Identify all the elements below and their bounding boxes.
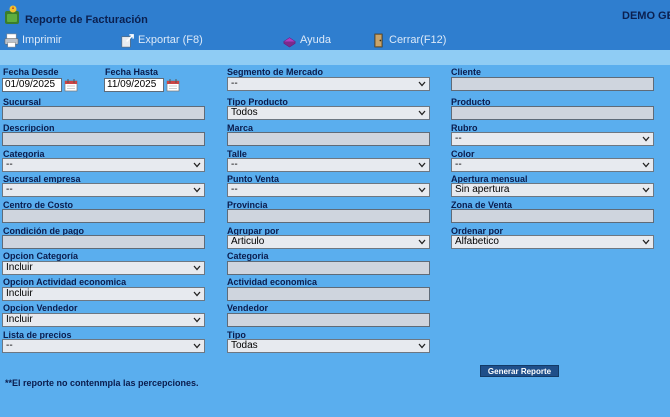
segmento-label: Segmento de Mercado — [227, 67, 324, 77]
categoria-value: -- — [6, 159, 13, 170]
chevron-down-icon — [193, 162, 201, 168]
vendedor-label: Vendedor — [227, 303, 269, 313]
categoria-select[interactable]: -- — [2, 158, 205, 172]
tipo-select[interactable]: Todas — [227, 339, 430, 353]
opcion-vendedor-value: Incluir — [6, 314, 33, 325]
agrupar-por-value: Articulo — [231, 236, 265, 247]
chevron-down-icon — [418, 110, 426, 116]
printer-icon — [4, 33, 19, 47]
segmento-select[interactable]: -- — [227, 77, 430, 91]
descripcion-input[interactable] — [2, 132, 205, 146]
lista-precios-select[interactable]: -- — [2, 339, 205, 353]
provincia-input[interactable] — [227, 209, 430, 223]
export-label: Exportar (F8) — [138, 34, 203, 46]
fecha-desde-label: Fecha Desde — [3, 67, 59, 77]
cliente-input[interactable] — [451, 77, 654, 91]
tipo-producto-value: Todos — [231, 107, 258, 118]
sucursal-empresa-value: -- — [6, 184, 13, 195]
chevron-down-icon — [193, 187, 201, 193]
punto-venta-value: -- — [231, 184, 238, 195]
apertura-mensual-value: Sin apertura — [455, 184, 510, 195]
opcion-actividad-value: Incluir — [6, 288, 33, 299]
talle-value: -- — [231, 159, 238, 170]
report-note: **El reporte no contenmpla las percepcio… — [5, 378, 199, 388]
print-button[interactable]: Imprimir — [4, 32, 62, 48]
calendar-icon[interactable] — [166, 78, 181, 92]
actividad-economica-label: Actividad economica — [227, 277, 318, 287]
opcion-actividad-select[interactable]: Incluir — [2, 287, 205, 301]
opcion-categoria-value: Incluir — [6, 262, 33, 273]
segmento-value: -- — [231, 78, 238, 89]
opcion-categoria-select[interactable]: Incluir — [2, 261, 205, 275]
company-name: DEMO GE — [622, 10, 670, 22]
chevron-down-icon — [418, 187, 426, 193]
actividad-economica-input[interactable] — [227, 287, 430, 301]
condicion-pago-input[interactable] — [2, 235, 205, 249]
opcion-vendedor-label: Opcion Vendedor — [3, 303, 78, 313]
categoria-texto-label: Categoria — [227, 251, 269, 261]
zona-venta-input[interactable] — [451, 209, 654, 223]
chevron-down-icon — [642, 239, 650, 245]
agrupar-por-select[interactable]: Articulo — [227, 235, 430, 249]
close-label: Cerrar(F12) — [389, 34, 447, 46]
fecha-desde-input[interactable]: 01/09/2025 — [2, 78, 62, 92]
chevron-down-icon — [418, 343, 426, 349]
color-select[interactable]: -- — [451, 158, 654, 172]
chevron-down-icon — [418, 239, 426, 245]
toolbar: Imprimir Exportar (F8) Ayuda Cerrar(F12) — [0, 30, 670, 50]
chevron-down-icon — [642, 187, 650, 193]
apertura-mensual-select[interactable]: Sin apertura — [451, 183, 654, 197]
opcion-actividad-label: Opcion Actividad economica — [3, 277, 127, 287]
producto-input[interactable] — [451, 106, 654, 120]
cliente-label: Cliente — [451, 67, 482, 77]
title-bar: Reporte de Facturación DEMO GE — [0, 0, 670, 30]
color-value: -- — [455, 159, 462, 170]
sub-header-bar — [0, 50, 670, 65]
fecha-hasta-input[interactable]: 11/09/2025 — [104, 78, 164, 92]
sucursal-input[interactable] — [2, 106, 205, 120]
chevron-down-icon — [193, 343, 201, 349]
punto-venta-select[interactable]: -- — [227, 183, 430, 197]
tipo-producto-select[interactable]: Todos — [227, 106, 430, 120]
rubro-value: -- — [455, 133, 462, 144]
chevron-down-icon — [418, 81, 426, 87]
close-button[interactable]: Cerrar(F12) — [371, 32, 446, 48]
sucursal-empresa-select[interactable]: -- — [2, 183, 205, 197]
tipo-value: Todas — [231, 340, 258, 351]
chevron-down-icon — [193, 317, 201, 323]
app-logo-icon — [5, 5, 19, 24]
opcion-vendedor-select[interactable]: Incluir — [2, 313, 205, 327]
lista-precios-value: -- — [6, 340, 13, 351]
chevron-down-icon — [642, 136, 650, 142]
chevron-down-icon — [193, 291, 201, 297]
help-label: Ayuda — [300, 34, 331, 46]
vendedor-input[interactable] — [227, 313, 430, 327]
chevron-down-icon — [642, 162, 650, 168]
door-exit-icon — [374, 33, 383, 47]
talle-select[interactable]: -- — [227, 158, 430, 172]
categoria-texto-input[interactable] — [227, 261, 430, 275]
app-title: Reporte de Facturación — [25, 14, 148, 26]
centro-costo-input[interactable] — [2, 209, 205, 223]
fecha-hasta-label: Fecha Hasta — [105, 67, 159, 77]
help-book-icon — [283, 36, 296, 47]
print-label: Imprimir — [22, 34, 62, 46]
calendar-icon[interactable] — [64, 78, 79, 92]
export-icon — [121, 33, 134, 47]
rubro-select[interactable]: -- — [451, 132, 654, 146]
marca-input[interactable] — [227, 132, 430, 146]
chevron-down-icon — [193, 265, 201, 271]
chevron-down-icon — [418, 162, 426, 168]
help-button[interactable]: Ayuda — [282, 32, 331, 48]
ordenar-por-value: Alfabetico — [455, 236, 499, 247]
generate-report-button[interactable]: Generar Reporte — [480, 365, 559, 377]
ordenar-por-select[interactable]: Alfabetico — [451, 235, 654, 249]
export-button[interactable]: Exportar (F8) — [120, 32, 203, 48]
opcion-categoria-label: Opcion Categoría — [3, 251, 79, 261]
